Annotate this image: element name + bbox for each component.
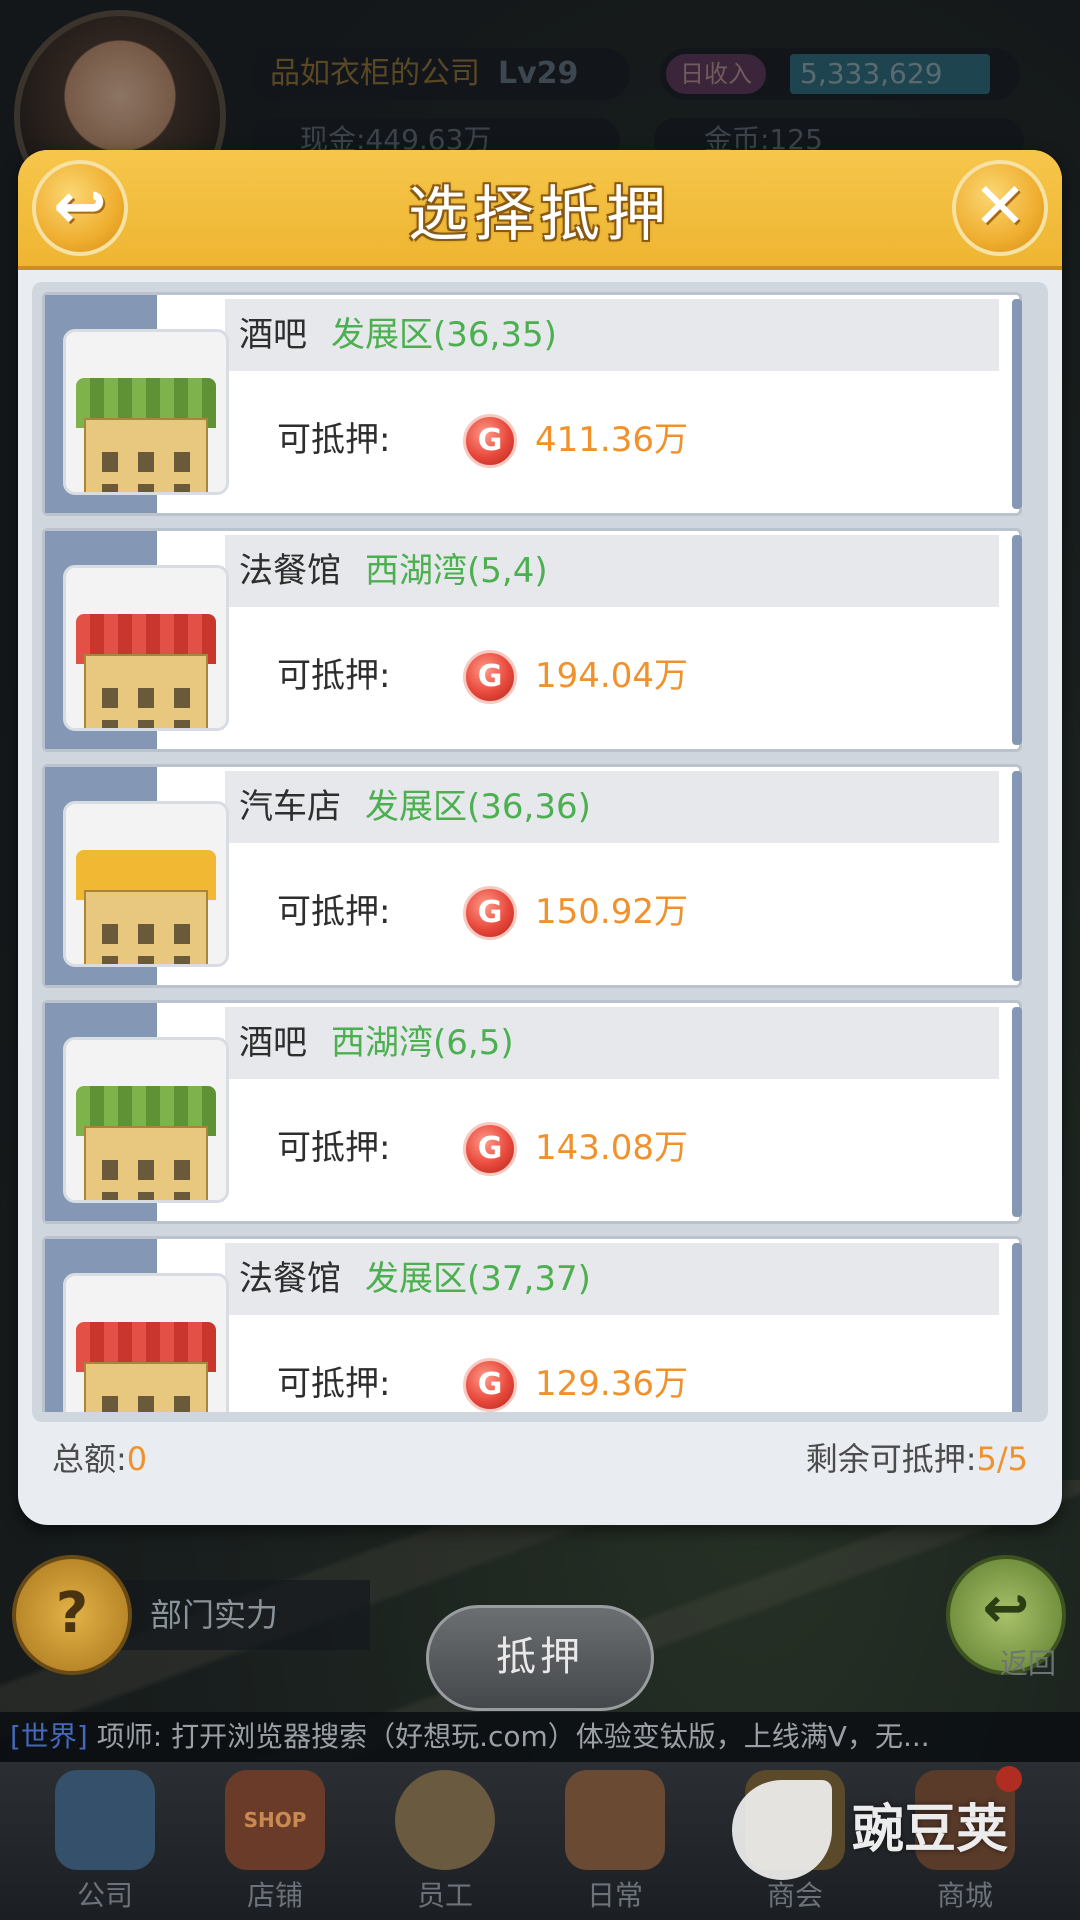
tab-staff[interactable]: 员工 (370, 1762, 520, 1920)
property-location: 西湖湾(5,4) (365, 551, 548, 591)
remaining-mortgage: 剩余可抵押:5/5 (806, 1434, 1028, 1480)
tab-shop[interactable]: SHOP 店铺 (200, 1762, 350, 1920)
mortgage-label: 可抵押: (277, 892, 391, 932)
item-edge-bar (1012, 535, 1022, 745)
total-label: 总额: (52, 1440, 127, 1478)
mortgage-amount: 129.36万 (535, 1364, 688, 1404)
department-help-icon[interactable]: ? (12, 1555, 132, 1675)
item-title-bar: 法餐馆 西湖湾(5,4) (225, 535, 999, 607)
chat-message: 项师: 打开浏览器搜索（好想玩.com）体验变钛版，上线满V，无... (96, 1720, 930, 1753)
item-edge-bar (1012, 1007, 1022, 1217)
mortgage-label: 可抵押: (277, 656, 391, 696)
tab-label: 店铺 (246, 1879, 303, 1912)
item-edge-bar (1012, 1243, 1022, 1412)
item-title-bar: 酒吧 西湖湾(6,5) (225, 1007, 999, 1079)
dialog-header: ↩ 选择抵押 ✕ (18, 150, 1062, 270)
property-name: 酒吧 (239, 1023, 307, 1063)
building-bar-icon (63, 1037, 229, 1203)
property-item[interactable]: 法餐馆 西湖湾(5,4) 可抵押: G 194.04万 (42, 528, 1022, 752)
building-restaurant-icon (63, 565, 229, 731)
dialog-title: 选择抵押 (408, 180, 672, 250)
property-name: 法餐馆 (239, 551, 341, 591)
gold-coin-icon: G (463, 650, 517, 704)
mortgage-label: 可抵押: (277, 1128, 391, 1168)
mortgage-label: 可抵押: (277, 1364, 391, 1404)
property-item[interactable]: 酒吧 西湖湾(6,5) 可抵押: G 143.08万 (42, 1000, 1022, 1224)
gold-coin-icon: G (463, 886, 517, 940)
daily-icon (565, 1770, 665, 1870)
property-location: 发展区(36,35) (331, 315, 557, 355)
mortgage-button[interactable]: 抵押 (426, 1605, 654, 1711)
tab-daily[interactable]: 日常 (540, 1762, 690, 1920)
world-chat-bar[interactable]: [世界] 项师: 打开浏览器搜索（好想玩.com）体验变钛版，上线满V，无... (0, 1712, 1080, 1762)
watermark: 豌豆荚 (732, 1770, 1052, 1890)
total-value: 0 (126, 1440, 148, 1478)
mortgage-amount: 411.36万 (535, 420, 688, 460)
item-title-bar: 汽车店 发展区(36,36) (225, 771, 999, 843)
item-edge-bar (1012, 299, 1022, 509)
chat-channel: [世界] (10, 1720, 88, 1753)
property-name: 法餐馆 (239, 1259, 341, 1299)
department-strength-bar[interactable]: 部门实力 (110, 1580, 370, 1650)
building-car-icon (63, 801, 229, 967)
tab-company[interactable]: 公司 (30, 1762, 180, 1920)
watermark-logo-icon (732, 1780, 832, 1880)
building-bar-icon (63, 329, 229, 495)
remain-value: 5/5 (976, 1440, 1029, 1478)
remain-label: 剩余可抵押: (805, 1440, 977, 1478)
building-restaurant-icon (63, 1273, 229, 1412)
gold-coin-icon: G (463, 1122, 517, 1176)
company-icon (55, 1770, 155, 1870)
mortgage-label: 可抵押: (277, 420, 391, 460)
return-label: 返回 (999, 1647, 1056, 1680)
property-list[interactable]: 酒吧 发展区(36,35) 可抵押: G 411.36万 法餐馆 西湖湾(5,4) 可抵押: G… (42, 292, 1038, 1412)
close-icon[interactable]: ✕ (952, 160, 1048, 256)
staff-icon (395, 1770, 495, 1870)
tab-label: 日常 (586, 1879, 643, 1912)
mortgage-amount: 194.04万 (535, 656, 688, 696)
gold-coin-icon: G (463, 1358, 517, 1412)
tab-label: 公司 (76, 1879, 133, 1912)
property-name: 汽车店 (239, 787, 341, 827)
property-location: 发展区(37,37) (365, 1259, 591, 1299)
watermark-text: 豌豆荚 (852, 1800, 1009, 1860)
property-list-frame: 酒吧 发展区(36,35) 可抵押: G 411.36万 法餐馆 西湖湾(5,4) 可抵押: G… (32, 282, 1048, 1422)
item-title-bar: 酒吧 发展区(36,35) (225, 299, 999, 371)
item-title-bar: 法餐馆 发展区(37,37) (225, 1243, 999, 1315)
mortgage-select-dialog: ↩ 选择抵押 ✕ 酒吧 发展区(36,35) 可抵押: G 411.36万 法餐馆 西湖湾(… (18, 150, 1062, 1525)
property-item[interactable]: 汽车店 发展区(36,36) 可抵押: G 150.92万 (42, 764, 1022, 988)
property-location: 西湖湾(6,5) (331, 1023, 514, 1063)
property-item[interactable]: 酒吧 发展区(36,35) 可抵押: G 411.36万 (42, 292, 1022, 516)
mortgage-amount: 150.92万 (535, 892, 688, 932)
item-edge-bar (1012, 771, 1022, 981)
gold-coin-icon: G (463, 414, 517, 468)
property-name: 酒吧 (239, 315, 307, 355)
tab-label: 员工 (416, 1879, 473, 1912)
mortgage-amount: 143.08万 (535, 1128, 688, 1168)
total-amount: 总额:0 (52, 1434, 147, 1480)
property-item[interactable]: 法餐馆 发展区(37,37) 可抵押: G 129.36万 (42, 1236, 1022, 1412)
property-location: 发展区(36,36) (365, 787, 591, 827)
shop-icon: SHOP (225, 1770, 325, 1870)
